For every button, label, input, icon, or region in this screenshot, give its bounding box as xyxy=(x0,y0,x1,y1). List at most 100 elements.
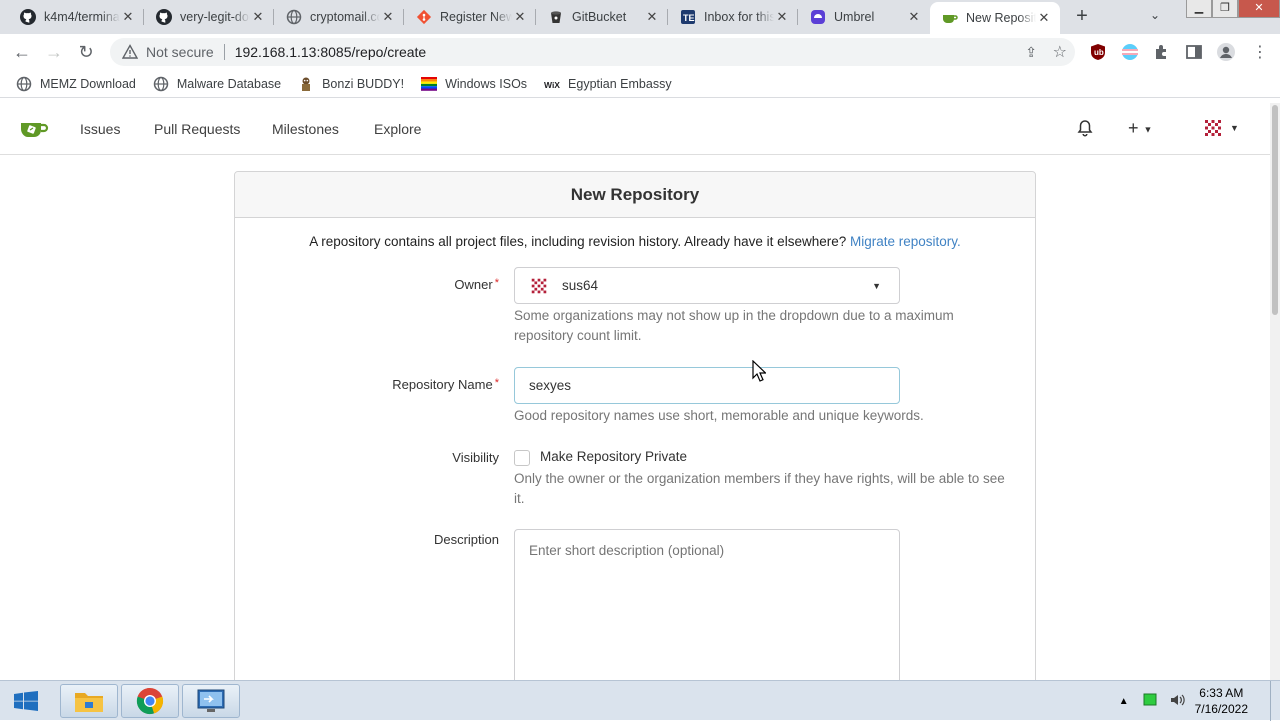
extensions-puzzle-icon[interactable] xyxy=(1152,42,1172,62)
repository-name-label: Repository Name * xyxy=(392,377,499,392)
bell-icon[interactable] xyxy=(1076,119,1094,142)
show-hidden-icons-icon[interactable]: ▲ xyxy=(1119,696,1129,707)
make-private-label[interactable]: Make Repository Private xyxy=(540,449,687,464)
form-title: New Repository xyxy=(235,172,1035,218)
page-scrollbar[interactable] xyxy=(1270,103,1280,680)
minimize-button[interactable]: ▁ xyxy=(1186,0,1212,18)
tab-register[interactable]: Register New Account ✕ xyxy=(404,0,536,34)
divider xyxy=(223,44,225,60)
new-repository-form: New Repository A repository contains all… xyxy=(234,171,1036,680)
start-button-icon[interactable] xyxy=(14,691,38,716)
gitea-icon xyxy=(942,10,958,26)
bookmark-label: MEMZ Download xyxy=(40,76,136,91)
show-desktop-button[interactable] xyxy=(1270,681,1280,721)
tab-cryptomail[interactable]: cryptomail.com ✕ xyxy=(274,0,404,34)
bookmark-label: Egyptian Embassy xyxy=(568,76,672,91)
chrome-icon[interactable] xyxy=(121,684,179,718)
scrollbar-thumb[interactable] xyxy=(1272,105,1278,315)
network-icon[interactable] xyxy=(1143,693,1157,710)
git-icon xyxy=(416,9,432,25)
close-icon[interactable]: ✕ xyxy=(1036,10,1052,26)
tab-title: k4m4/terminals-are-sexy xyxy=(44,10,120,24)
close-window-button[interactable]: ✕ xyxy=(1238,0,1280,18)
gitea-navbar: Issues Pull Requests Milestones Explore … xyxy=(0,103,1270,155)
owner-dropdown[interactable]: sus64 ▼ xyxy=(514,267,900,304)
page-content: Issues Pull Requests Milestones Explore … xyxy=(0,103,1270,680)
close-icon[interactable]: ✕ xyxy=(774,9,790,25)
tab-very-legit[interactable]: very-legit-docs ✕ xyxy=(144,0,274,34)
owner-label: Owner * xyxy=(454,277,499,292)
warning-icon[interactable] xyxy=(121,44,139,60)
bookmark-label: Bonzi BUDDY! xyxy=(322,76,405,91)
bookmark-bonzi[interactable]: Bonzi BUDDY! xyxy=(298,76,404,92)
wix-icon: WiX xyxy=(544,76,560,92)
bookmark-malware-db[interactable]: Malware Database xyxy=(153,76,281,92)
maximize-button[interactable]: ❐ xyxy=(1212,0,1238,18)
ublock-icon[interactable]: ub xyxy=(1088,42,1108,62)
close-icon[interactable]: ✕ xyxy=(250,9,266,25)
dropdown-caret-icon: ▼ xyxy=(872,280,881,291)
required-asterisk: * xyxy=(494,377,499,389)
nav-pull-requests[interactable]: Pull Requests xyxy=(154,121,240,137)
share-icon[interactable]: ⇪ xyxy=(1025,44,1037,61)
bonzi-icon xyxy=(298,76,314,92)
reload-button[interactable]: ↻ xyxy=(73,40,99,64)
forward-button[interactable]: → xyxy=(41,40,67,64)
gitbucket-icon xyxy=(548,9,564,25)
bookmark-memz[interactable]: MEMZ Download xyxy=(16,76,136,92)
nav-milestones[interactable]: Milestones xyxy=(272,121,339,137)
tab-title: New Repository xyxy=(966,11,1036,25)
windows-icon xyxy=(421,76,438,92)
clock[interactable]: 6:33 AM 7/16/2022 xyxy=(1195,685,1248,717)
description-textarea[interactable] xyxy=(514,529,900,680)
file-explorer-icon[interactable] xyxy=(60,684,118,718)
url-text[interactable]: 192.168.1.13:8085/repo/create xyxy=(235,44,427,60)
svg-text:TE: TE xyxy=(683,13,695,23)
owner-label-text: Owner xyxy=(454,277,493,292)
github-icon xyxy=(20,9,36,25)
visibility-label: Visibility xyxy=(452,450,499,465)
tab-github-terminals[interactable]: k4m4/terminals-are-sexy ✕ xyxy=(8,0,144,34)
close-icon[interactable]: ✕ xyxy=(120,9,136,25)
intro-text: A repository contains all project files,… xyxy=(235,234,1035,249)
new-tab-button[interactable]: + xyxy=(1070,6,1094,28)
umbrel-icon xyxy=(810,9,826,25)
volume-icon[interactable] xyxy=(1169,692,1185,711)
close-icon[interactable]: ✕ xyxy=(380,9,396,25)
back-button[interactable]: ← xyxy=(9,40,35,64)
nav-issues[interactable]: Issues xyxy=(80,121,120,137)
remote-desktop-icon[interactable] xyxy=(182,684,240,718)
close-icon[interactable]: ✕ xyxy=(906,9,922,25)
close-icon[interactable]: ✕ xyxy=(512,9,528,25)
bookmarks-bar: MEMZ Download Malware Database Bonzi BUD… xyxy=(0,70,1280,98)
address-bar[interactable]: Not secure 192.168.1.13:8085/repo/create… xyxy=(110,38,1075,66)
side-panel-icon[interactable] xyxy=(1184,42,1204,62)
mail-icon: TE xyxy=(680,9,696,25)
tab-umbrel[interactable]: Umbrel ✕ xyxy=(798,0,930,34)
create-new-plus-icon[interactable]: + ▼ xyxy=(1128,118,1152,139)
repository-name-input[interactable] xyxy=(514,367,900,404)
profile-icon[interactable] xyxy=(1216,42,1236,62)
extension-flag-icon[interactable] xyxy=(1120,42,1140,62)
tab-strip: k4m4/terminals-are-sexy ✕ very-legit-doc… xyxy=(0,0,1280,34)
star-icon[interactable]: ☆ xyxy=(1053,42,1067,62)
caret-down-icon: ▼ xyxy=(1230,123,1239,133)
bookmark-label: Windows ISOs xyxy=(445,76,528,91)
make-private-checkbox[interactable] xyxy=(514,450,530,466)
user-avatar[interactable]: ▼ xyxy=(1202,117,1239,144)
migrate-repository-link[interactable]: Migrate repository. xyxy=(850,234,961,249)
globe-icon xyxy=(286,9,302,25)
tab-search-button[interactable]: ⌄ xyxy=(1150,8,1160,22)
bookmark-windows-isos[interactable]: Windows ISOs xyxy=(421,76,527,92)
menu-kebab-icon[interactable]: ⋮ xyxy=(1250,42,1270,62)
tab-gitbucket[interactable]: GitBucket ✕ xyxy=(536,0,668,34)
nav-explore[interactable]: Explore xyxy=(374,121,421,137)
tab-title: Umbrel xyxy=(834,10,875,24)
bookmark-egyptian-embassy[interactable]: WiX Egyptian Embassy xyxy=(544,76,672,92)
caret-down-icon: ▼ xyxy=(1143,124,1153,135)
tab-inbox[interactable]: TE Inbox for this ✕ xyxy=(668,0,798,34)
tab-new-repository[interactable]: New Repository ✕ xyxy=(930,2,1060,34)
intro-sentence: A repository contains all project files,… xyxy=(309,234,847,249)
gitea-logo-icon[interactable] xyxy=(20,119,50,144)
close-icon[interactable]: ✕ xyxy=(644,9,660,25)
